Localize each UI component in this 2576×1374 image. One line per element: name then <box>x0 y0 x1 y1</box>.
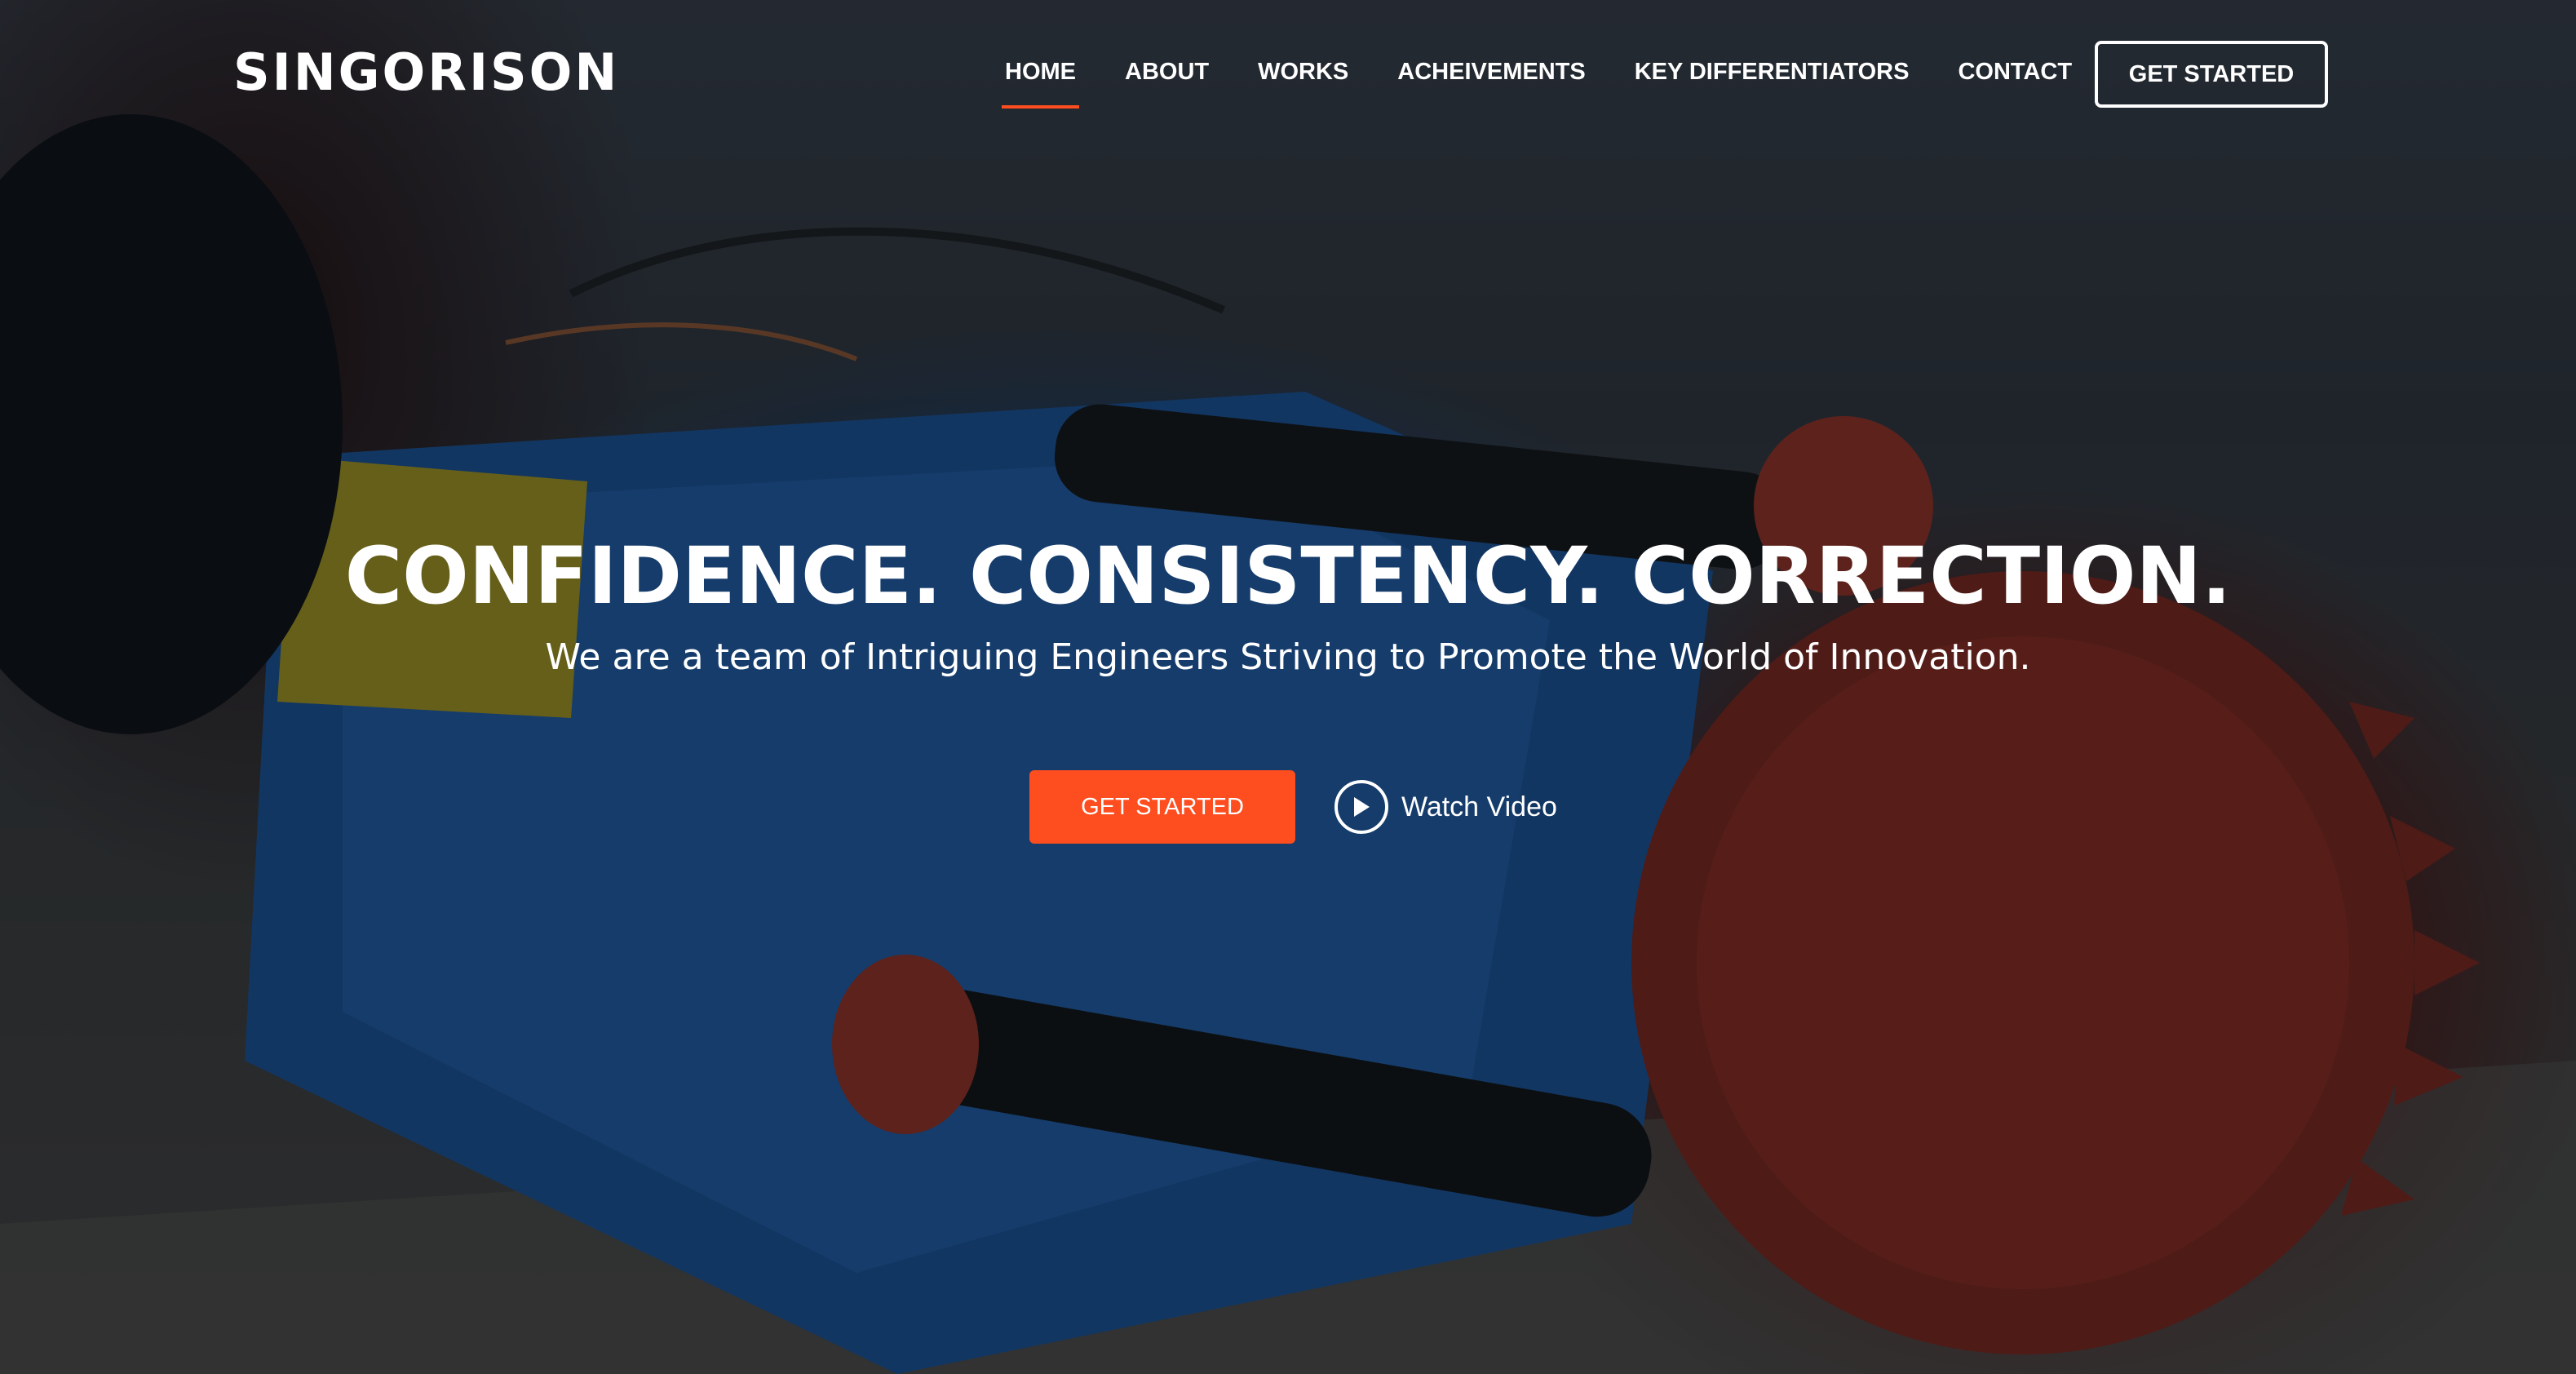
hero-headline: CONFIDENCE. CONSISTENCY. CORRECTION. <box>344 530 2232 622</box>
nav-item-works[interactable]: WORKS <box>1258 59 1348 86</box>
header-get-started-button[interactable]: GET STARTED <box>2095 41 2328 108</box>
watch-video-link[interactable]: Watch Video <box>1334 780 1557 834</box>
nav-item-contact[interactable]: CONTACT <box>1958 59 2072 86</box>
play-circle-icon[interactable] <box>1334 780 1388 834</box>
play-triangle-icon <box>1354 797 1370 817</box>
hero-cta-row: GET STARTED Watch Video <box>1029 770 1557 844</box>
site-header: SINGORISON HOME ABOUT WORKS ACHEIVEMENTS… <box>0 0 2576 150</box>
nav-item-key-differentiators[interactable]: KEY DIFFERENTIATORS <box>1635 59 1910 86</box>
nav-item-home[interactable]: HOME <box>1002 59 1079 109</box>
nav-item-about[interactable]: ABOUT <box>1125 59 1209 86</box>
site-logo[interactable]: SINGORISON <box>233 42 619 102</box>
nav-item-achievements[interactable]: ACHEIVEMENTS <box>1397 59 1585 86</box>
watch-video-label[interactable]: Watch Video <box>1401 791 1557 823</box>
hero-section: SINGORISON HOME ABOUT WORKS ACHEIVEMENTS… <box>0 0 2576 1374</box>
hero-get-started-button[interactable]: GET STARTED <box>1029 770 1295 844</box>
hero-subheadline: We are a team of Intriguing Engineers St… <box>545 636 2031 678</box>
main-nav: HOME ABOUT WORKS ACHEIVEMENTS KEY DIFFER… <box>1002 59 2121 109</box>
dark-overlay <box>0 0 2576 1374</box>
